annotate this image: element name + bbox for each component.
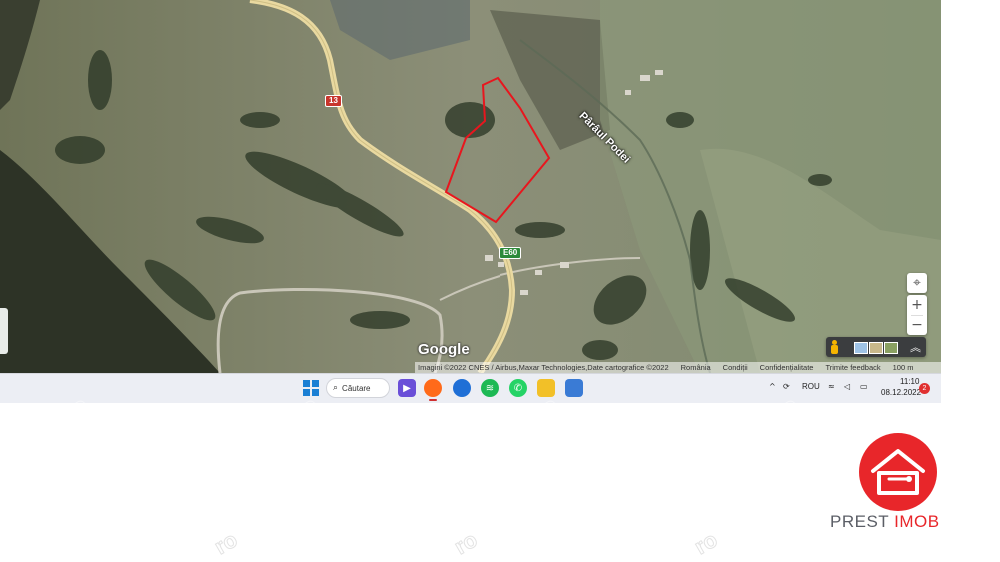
zoom-in-button[interactable]: + (907, 295, 927, 315)
zoom-out-button[interactable]: − (907, 315, 927, 335)
country-label: România (680, 363, 711, 372)
language-indicator[interactable]: ROU (802, 382, 820, 391)
feedback-link[interactable]: Trimite feedback (825, 363, 880, 372)
search-icon: ⌕ (333, 383, 339, 393)
watermark-text: ro (210, 527, 242, 560)
tray-expand-icon[interactable]: ^ (769, 382, 776, 391)
clock-time[interactable]: 11:10 (900, 377, 919, 386)
wifi-icon[interactable]: ≈ (828, 382, 835, 391)
watermark-text: ro (450, 527, 482, 560)
firefox-icon[interactable] (424, 379, 442, 397)
spotify-icon[interactable]: ≋ (481, 379, 499, 397)
pegman-icon[interactable] (830, 340, 838, 354)
brand-name-part1: PREST (830, 512, 889, 531)
satellite-layer-thumbnail[interactable] (884, 342, 898, 354)
map-attribution: Imagini ©2022 CNES / Airbus,Maxar Techno… (415, 362, 941, 373)
brand-name: PREST IMOB (830, 512, 940, 532)
google-logo: Google (418, 341, 470, 358)
brand-name-part2: IMOB (894, 512, 940, 531)
volume-icon[interactable]: ◁ (844, 382, 850, 391)
prest-imob-logo (859, 433, 937, 511)
road-13-shield: 13 (325, 95, 342, 107)
house-icon (871, 449, 925, 495)
edge-icon[interactable] (453, 379, 471, 397)
watermark-text: ro (690, 527, 722, 560)
zoom-control: + − (907, 295, 927, 335)
battery-icon[interactable]: ▭ (860, 382, 868, 391)
chevron-up-icon[interactable]: ︽ (910, 339, 921, 355)
imagery-credit: Imagini ©2022 CNES / Airbus,Maxar Techno… (418, 363, 669, 372)
terrain-layer-thumbnail[interactable] (869, 342, 883, 354)
whatsapp-icon[interactable]: ✆ (509, 379, 527, 397)
road-e60-shield: E60 (499, 247, 522, 259)
video-call-icon[interactable]: ▶ (398, 379, 416, 397)
sync-icon[interactable]: ⟳ (783, 382, 790, 391)
clock-date[interactable]: 08.12.2022 (881, 388, 921, 397)
taskbar-search[interactable]: ⌕ Căutare (326, 378, 390, 398)
terms-link[interactable]: Condiții (723, 363, 748, 372)
map-layer-thumbnail[interactable] (854, 342, 868, 354)
notification-badge[interactable]: 2 (919, 383, 930, 394)
map-view[interactable]: 13 E60 Pârâul Podei Google ⌖ + − ︽ Imagi… (0, 0, 941, 373)
layer-bar: ︽ (826, 337, 926, 357)
scale-label: 100 m (892, 363, 914, 372)
photos-icon[interactable] (565, 379, 583, 397)
taskbar: ⌕ Căutare ▶ ≋ ✆ ^ ⟳ ROU ≈ ◁ ▭ 11:10 08.1… (0, 373, 941, 403)
satellite-imagery (0, 0, 941, 373)
my-location-button[interactable]: ⌖ (907, 273, 927, 293)
search-label: Căutare (342, 383, 371, 393)
file-explorer-icon[interactable] (537, 379, 555, 397)
side-panel-toggle[interactable] (0, 308, 8, 354)
active-app-indicator (429, 399, 437, 401)
crosshair-icon: ⌖ (913, 275, 921, 291)
windows-start-icon[interactable] (302, 379, 320, 397)
privacy-link[interactable]: Confidențialitate (760, 363, 814, 372)
